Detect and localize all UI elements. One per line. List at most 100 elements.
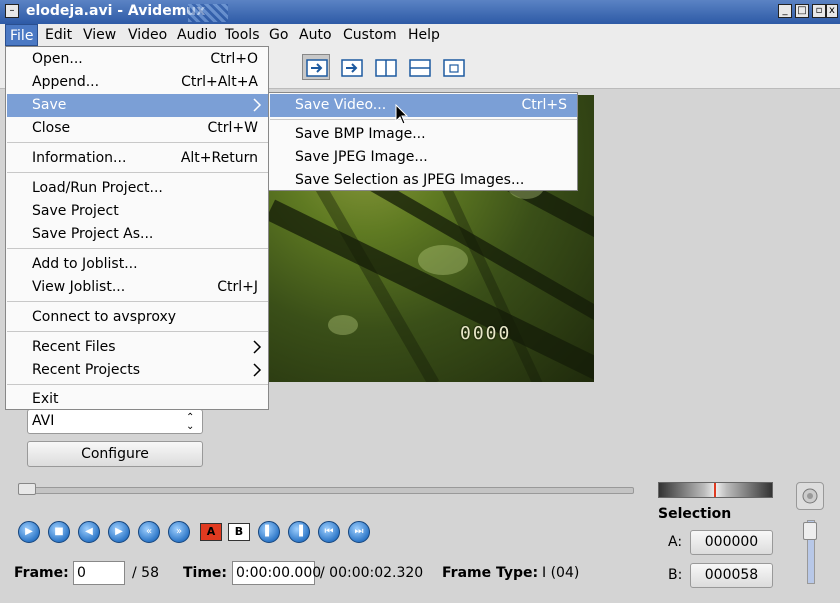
- menu-item-view-joblist-shortcut: Ctrl+J: [217, 279, 258, 295]
- menu-item-recent-projects-label: Recent Projects: [32, 362, 141, 378]
- menu-item-save-bmp[interactable]: Save BMP Image...: [270, 123, 577, 146]
- window-menu-button[interactable]: –: [5, 4, 19, 18]
- submenu-arrow-icon: [253, 363, 262, 377]
- menu-separator: [7, 301, 268, 302]
- double-right-icon: »: [175, 526, 183, 537]
- volume-button[interactable]: [796, 482, 824, 510]
- video-overlay-code: 0000: [460, 323, 512, 344]
- menu-item-open[interactable]: Open... Ctrl+O: [7, 48, 268, 71]
- separate-window-icon: [443, 59, 465, 77]
- selection-a-button[interactable]: 000000: [690, 530, 773, 555]
- file-menu: Open... Ctrl+O Append... Ctrl+Alt+A Save C…: [5, 46, 269, 410]
- menu-item-exit[interactable]: Exit: [7, 388, 268, 411]
- menu-item-save-jpeg[interactable]: Save JPEG Image...: [270, 146, 577, 169]
- marker-a-jump-icon: ▌: [265, 526, 273, 537]
- go-to-marker-a-button[interactable]: ▌: [258, 521, 280, 543]
- menu-item-information-shortcut: Alt+Return: [180, 150, 258, 166]
- menu-item-save-jpeg-label: Save JPEG Image...: [295, 149, 428, 165]
- menu-item-open-label: Open...: [32, 51, 83, 67]
- menu-item-save-bmp-label: Save BMP Image...: [295, 126, 426, 142]
- configure-button[interactable]: Configure: [27, 441, 203, 467]
- frame-type-label: Frame Type:: [442, 565, 539, 581]
- maximize-button[interactable]: □: [795, 4, 809, 18]
- menu-item-close-shortcut: Ctrl+W: [207, 120, 258, 136]
- menu-video[interactable]: Video: [124, 24, 171, 46]
- jog-shuttle[interactable]: [658, 482, 773, 498]
- menu-item-save-video[interactable]: Save Video... Ctrl+S: [270, 94, 577, 117]
- menu-item-avsproxy-label: Connect to avsproxy: [32, 309, 177, 325]
- output-preview-icon: [341, 59, 363, 77]
- menu-custom[interactable]: Custom: [339, 24, 401, 46]
- mouse-cursor-icon: [395, 104, 409, 125]
- stop-button[interactable]: ■: [48, 521, 70, 543]
- submenu-arrow-icon: [253, 340, 262, 354]
- timeline-slider[interactable]: [18, 487, 634, 494]
- window-title: elodeja.avi - Avidemux: [26, 3, 206, 19]
- restore-button[interactable]: ▫: [812, 4, 826, 18]
- menu-file[interactable]: File: [5, 24, 39, 46]
- next-frame-button[interactable]: ▶: [108, 521, 130, 543]
- marker-a-label: A: [206, 525, 216, 538]
- skip-end-icon: ⏭: [354, 526, 364, 537]
- previous-keyframe-button[interactable]: «: [138, 521, 160, 543]
- menu-item-load-project[interactable]: Load/Run Project...: [7, 177, 268, 200]
- stop-icon: ■: [54, 526, 64, 537]
- frame-input[interactable]: 0: [73, 561, 125, 585]
- frame-type-value: I (04): [542, 565, 580, 581]
- menu-item-view-joblist[interactable]: View Joblist... Ctrl+J: [7, 276, 268, 299]
- input-preview-button[interactable]: [302, 54, 330, 80]
- previous-frame-button[interactable]: ◀: [78, 521, 100, 543]
- menu-item-close[interactable]: Close Ctrl+W: [7, 117, 268, 140]
- menu-auto[interactable]: Auto: [295, 24, 336, 46]
- time-label: Time:: [183, 565, 228, 581]
- first-frame-button[interactable]: ⏮: [318, 521, 340, 543]
- menu-view[interactable]: View: [79, 24, 120, 46]
- menu-item-save-project-as[interactable]: Save Project As...: [7, 223, 268, 246]
- next-keyframe-button[interactable]: »: [168, 521, 190, 543]
- selection-b-button[interactable]: 000058: [690, 563, 773, 588]
- menu-separator: [7, 142, 268, 143]
- menu-item-information-label: Information...: [32, 150, 127, 166]
- minimize-button[interactable]: _: [778, 4, 792, 18]
- menu-item-view-joblist-label: View Joblist...: [32, 279, 126, 295]
- menu-item-recent-projects[interactable]: Recent Projects: [7, 359, 268, 382]
- menu-item-add-joblist-label: Add to Joblist...: [32, 256, 138, 272]
- close-button[interactable]: x: [826, 4, 838, 18]
- menu-separator: [7, 172, 268, 173]
- set-marker-b-button[interactable]: B: [228, 523, 250, 541]
- menu-audio[interactable]: Audio: [173, 24, 221, 46]
- menu-item-add-joblist[interactable]: Add to Joblist...: [7, 253, 268, 276]
- menu-item-avsproxy[interactable]: Connect to avsproxy: [7, 306, 268, 329]
- menu-item-save-selection-jpeg[interactable]: Save Selection as JPEG Images...: [270, 169, 577, 192]
- volume-slider-handle[interactable]: [803, 522, 817, 540]
- last-frame-button[interactable]: ⏭: [348, 521, 370, 543]
- menu-go[interactable]: Go: [265, 24, 292, 46]
- output-preview-button[interactable]: [337, 54, 365, 80]
- menu-item-save-video-label: Save Video...: [295, 97, 387, 113]
- menu-item-append-label: Append...: [32, 74, 100, 90]
- menu-item-save-project[interactable]: Save Project: [7, 200, 268, 223]
- chevron-updown-icon: ⌃ ⌄: [186, 412, 195, 432]
- go-to-marker-b-button[interactable]: ▐: [288, 521, 310, 543]
- frame-label: Frame:: [14, 565, 69, 581]
- time-input[interactable]: 0:00:00.000: [232, 561, 321, 585]
- play-icon: ▶: [25, 526, 33, 537]
- separate-window-button[interactable]: [439, 54, 467, 80]
- side-by-side-button[interactable]: [371, 54, 399, 80]
- menu-tools[interactable]: Tools: [221, 24, 264, 46]
- set-marker-a-button[interactable]: A: [200, 523, 222, 541]
- menu-item-exit-label: Exit: [32, 391, 59, 407]
- top-bottom-button[interactable]: [405, 54, 433, 80]
- save-submenu: Save Video... Ctrl+S Save BMP Image... Sa…: [268, 92, 578, 191]
- menu-help[interactable]: Help: [404, 24, 444, 46]
- play-button[interactable]: ▶: [18, 521, 40, 543]
- menu-edit[interactable]: Edit: [41, 24, 76, 46]
- menu-item-recent-files[interactable]: Recent Files: [7, 336, 268, 359]
- menu-item-information[interactable]: Information... Alt+Return: [7, 147, 268, 170]
- menu-item-append[interactable]: Append... Ctrl+Alt+A: [7, 71, 268, 94]
- jog-indicator: [714, 483, 716, 497]
- container-format-select[interactable]: AVI ⌃ ⌄: [27, 409, 203, 434]
- selection-a-label: A:: [668, 534, 683, 550]
- menu-item-save[interactable]: Save: [7, 94, 268, 117]
- timeline-slider-handle[interactable]: [18, 483, 36, 495]
